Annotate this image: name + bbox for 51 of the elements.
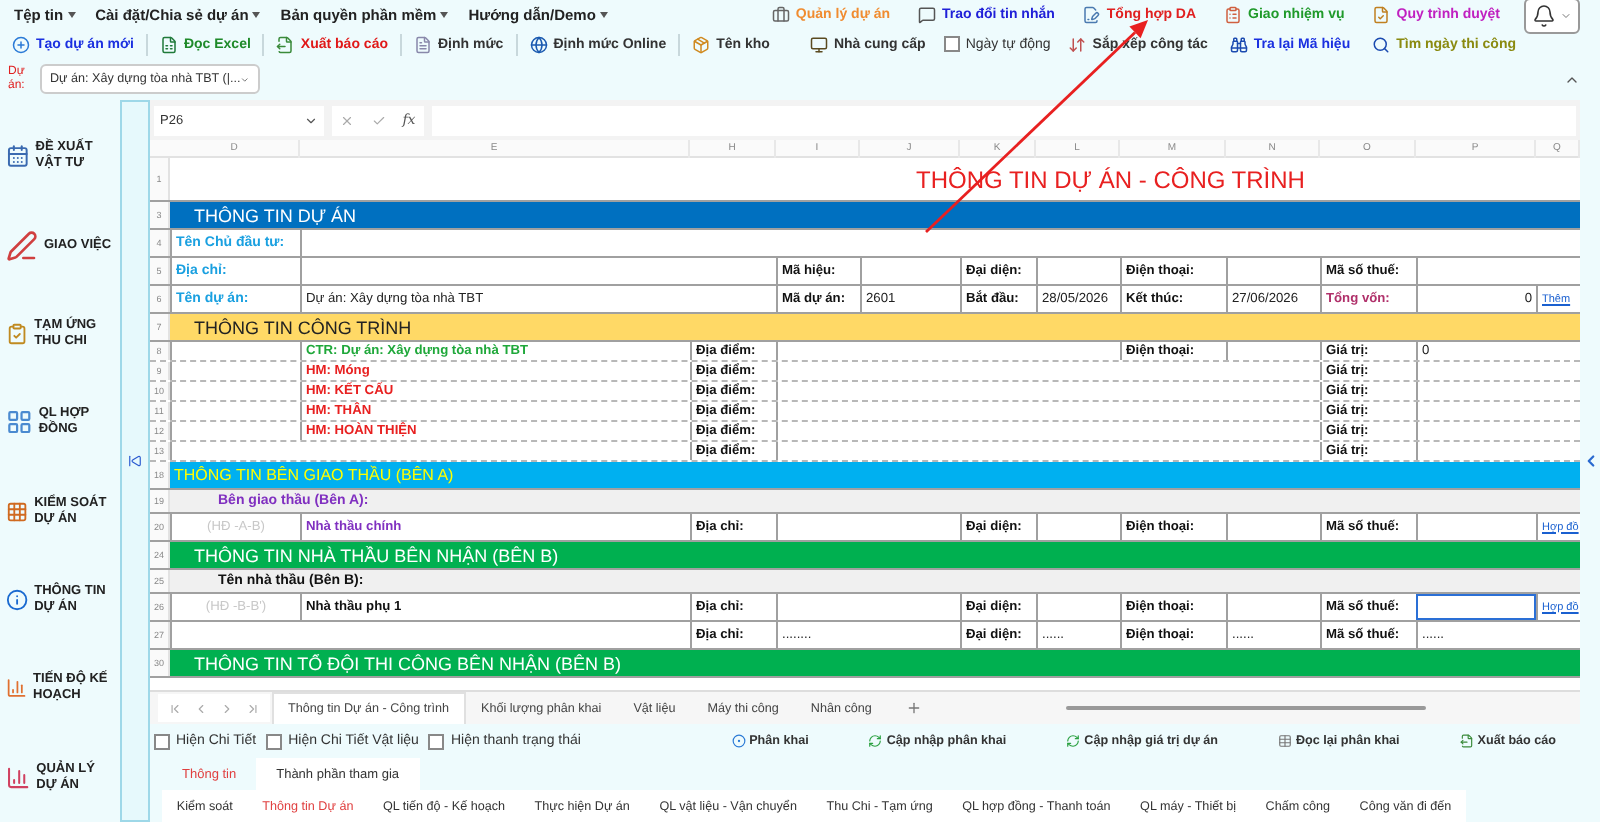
- section-band: THÔNG TIN TỔ ĐỘI THI CÔNG BÊN NHẬN (BÊN B): [170, 650, 1580, 676]
- binoculars-icon: [1229, 35, 1248, 53]
- notification-button[interactable]: [1524, 0, 1580, 33]
- grid-icon: [6, 406, 33, 439]
- checkbox[interactable]: [943, 36, 960, 52]
- bell-icon: [1532, 3, 1556, 27]
- search-icon: [1372, 35, 1391, 53]
- next-icon[interactable]: [220, 701, 234, 715]
- export-icon: [276, 35, 295, 53]
- sort-icon: [1068, 35, 1087, 53]
- message-icon: [918, 6, 936, 24]
- document-edit-icon: [1082, 6, 1101, 24]
- caret-icon: [67, 12, 76, 18]
- refresh-icon: [1066, 734, 1081, 748]
- clipboard-icon: [1224, 6, 1243, 24]
- section-band: THÔNG TIN BÊN GIAO THẦU (BÊN A): [170, 462, 1580, 488]
- pencil-icon: [6, 229, 38, 262]
- document-check-icon: [1372, 6, 1391, 24]
- caret-icon: [252, 12, 261, 18]
- target-icon: [731, 734, 746, 748]
- check-icon[interactable]: [371, 113, 386, 127]
- export-icon: [1459, 734, 1474, 748]
- formula-input[interactable]: [432, 105, 1576, 135]
- plus-circle-icon: [12, 35, 30, 53]
- last-sheet-icon[interactable]: [246, 701, 260, 715]
- caret-icon: [304, 113, 318, 127]
- package-icon: [692, 35, 711, 53]
- section-band: THÔNG TIN DỰ ÁN: [170, 202, 1580, 228]
- monitor-icon: [809, 35, 828, 53]
- section-band: THÔNG TIN CÔNG TRÌNH: [170, 314, 1580, 340]
- scroll-bar[interactable]: [1065, 706, 1426, 710]
- globe-icon: [529, 35, 548, 53]
- spreadsheet-icon: [159, 35, 178, 53]
- checkbox[interactable]: [154, 733, 170, 749]
- add-icon[interactable]: [905, 700, 922, 716]
- table-icon: [1278, 734, 1292, 748]
- caret-icon: [1560, 9, 1572, 21]
- briefcase-icon: [771, 6, 790, 24]
- caret-icon: [599, 12, 608, 18]
- checkbox[interactable]: [428, 733, 445, 749]
- refresh-icon: [868, 734, 883, 748]
- cancel-icon[interactable]: [340, 113, 355, 127]
- checkbox[interactable]: [266, 733, 283, 749]
- previous-icon[interactable]: [194, 701, 208, 715]
- selected-cell[interactable]: [1416, 594, 1536, 620]
- caret-icon: [440, 12, 449, 18]
- document-icon: [414, 35, 432, 53]
- section-band: THÔNG TIN NHÀ THẦU BÊN NHẬN (BÊN B): [170, 542, 1580, 568]
- collapse-icon[interactable]: [128, 454, 142, 468]
- calendar-icon: [6, 140, 30, 173]
- first-sheet-icon[interactable]: [168, 701, 182, 715]
